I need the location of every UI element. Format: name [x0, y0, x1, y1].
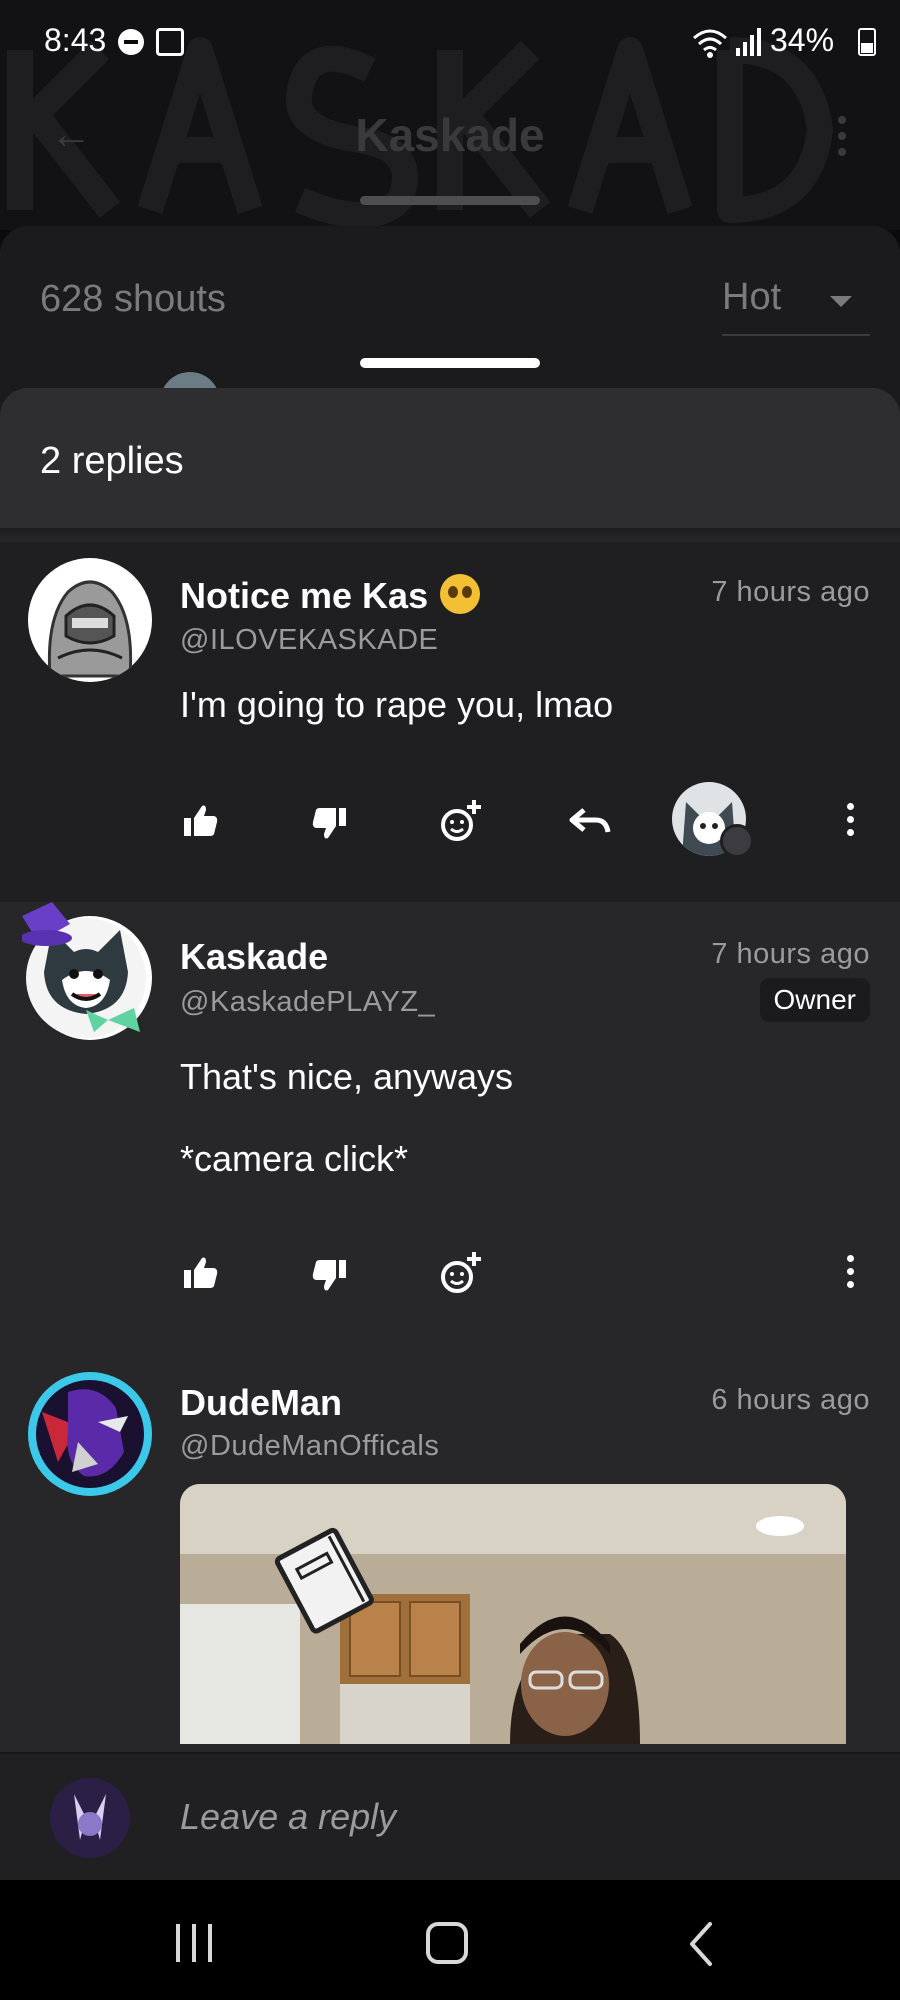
comment-more-button[interactable] — [842, 800, 858, 844]
comment-actions — [0, 782, 900, 862]
author-name-text: Notice me Kas — [180, 575, 429, 616]
reply-button[interactable] — [560, 792, 620, 852]
home-button[interactable] — [426, 1922, 468, 1964]
parent-comment: Notice me Kas @ILOVEKASKADE 7 hours ago … — [0, 542, 900, 902]
comment-more-button[interactable] — [842, 1252, 858, 1296]
comment-timestamp: 7 hours ago — [711, 938, 870, 970]
current-user-avatar[interactable] — [50, 1778, 130, 1858]
dislike-button[interactable] — [300, 792, 360, 852]
comment-author-name[interactable]: Kaskade — [180, 936, 328, 978]
replies-sheet-handle[interactable] — [360, 358, 540, 368]
chat-bubble-icon — [720, 824, 754, 858]
avatar[interactable] — [28, 558, 152, 682]
reply-input[interactable] — [180, 1792, 860, 1842]
replies-sheet: 2 replies Notice me Kas @ILOVEKASKADE 7 … — [0, 388, 900, 1878]
comment-author-handle[interactable]: @ILOVEKASKADE — [180, 624, 438, 657]
hooded-avatar-image — [47, 580, 133, 678]
thumbs-down-icon — [312, 1260, 346, 1291]
comment-text-line-2: *camera click* — [180, 1138, 409, 1179]
sort-dropdown[interactable]: Hot — [722, 276, 870, 336]
screen: ← Kaskade 8:43 34% 628 shouts Hot 2 repl… — [0, 0, 900, 2000]
avatar[interactable] — [22, 902, 152, 1040]
reply-arrow-icon — [569, 808, 611, 833]
shouts-count: 628 shouts — [40, 278, 226, 320]
avatar[interactable] — [28, 1372, 152, 1496]
add-emoji-icon — [441, 800, 481, 841]
status-right: 34% — [690, 22, 880, 62]
thumbs-down-icon — [312, 808, 346, 839]
reply-comment: Kaskade @KaskadePLAYZ_ 7 hours ago Owner… — [0, 902, 900, 1352]
comment-timestamp: 7 hours ago — [711, 576, 870, 608]
add-reaction-button[interactable] — [430, 792, 490, 852]
shouts-sheet-handle[interactable] — [360, 196, 540, 205]
comment-media-image[interactable] — [180, 1484, 846, 1744]
back-button[interactable] — [686, 1920, 716, 1968]
add-emoji-icon — [441, 1252, 481, 1293]
sort-label: Hot — [722, 276, 782, 318]
navigation-bar — [0, 1880, 900, 2000]
comment-text-line-1: That's nice, anyways — [180, 1056, 514, 1097]
comment-author-handle[interactable]: @KaskadePLAYZ_ — [180, 986, 435, 1019]
signal-icon — [736, 28, 761, 56]
header-shadow — [0, 528, 900, 542]
comment-author-handle[interactable]: @DudeManOfficals — [180, 1430, 439, 1463]
current-user-avatar-image — [50, 1778, 130, 1858]
add-reaction-button[interactable] — [430, 1244, 490, 1304]
pleading-face-emoji-icon — [440, 574, 481, 614]
battery-percent: 34% — [770, 22, 835, 58]
profile-title: Kaskade — [355, 109, 545, 161]
replies-header: 2 replies — [0, 388, 900, 528]
reply-composer — [0, 1752, 900, 1880]
thumbs-up-icon — [184, 1257, 218, 1288]
comment-timestamp: 6 hours ago — [711, 1384, 870, 1416]
like-button[interactable] — [170, 792, 230, 852]
thumbs-up-icon — [184, 805, 218, 836]
dislike-button[interactable] — [300, 1244, 360, 1304]
recent-apps-button[interactable] — [172, 1924, 216, 1964]
comment-author-name[interactable]: Notice me Kas — [180, 574, 481, 617]
status-bar: 8:43 34% — [0, 0, 900, 86]
do-not-disturb-icon — [118, 29, 144, 55]
comment-text: I'm going to rape you, lmao — [180, 684, 614, 725]
like-button[interactable] — [170, 1244, 230, 1304]
owner-badge: Owner — [759, 978, 870, 1022]
status-time: 8:43 — [44, 22, 107, 58]
more-options-icon[interactable] — [836, 112, 848, 156]
kitchen-photo — [180, 1484, 846, 1744]
comment-actions — [0, 1244, 900, 1314]
caret-down-icon — [830, 296, 852, 307]
battery-icon — [858, 28, 876, 56]
wifi-icon — [693, 29, 727, 58]
comment-author-name[interactable]: DudeMan — [180, 1382, 342, 1424]
image-notification-icon — [156, 28, 184, 56]
replies-count: 2 replies — [40, 440, 184, 482]
character-avatar-image — [36, 1380, 144, 1488]
raccoon-avatar-image — [22, 902, 146, 1038]
